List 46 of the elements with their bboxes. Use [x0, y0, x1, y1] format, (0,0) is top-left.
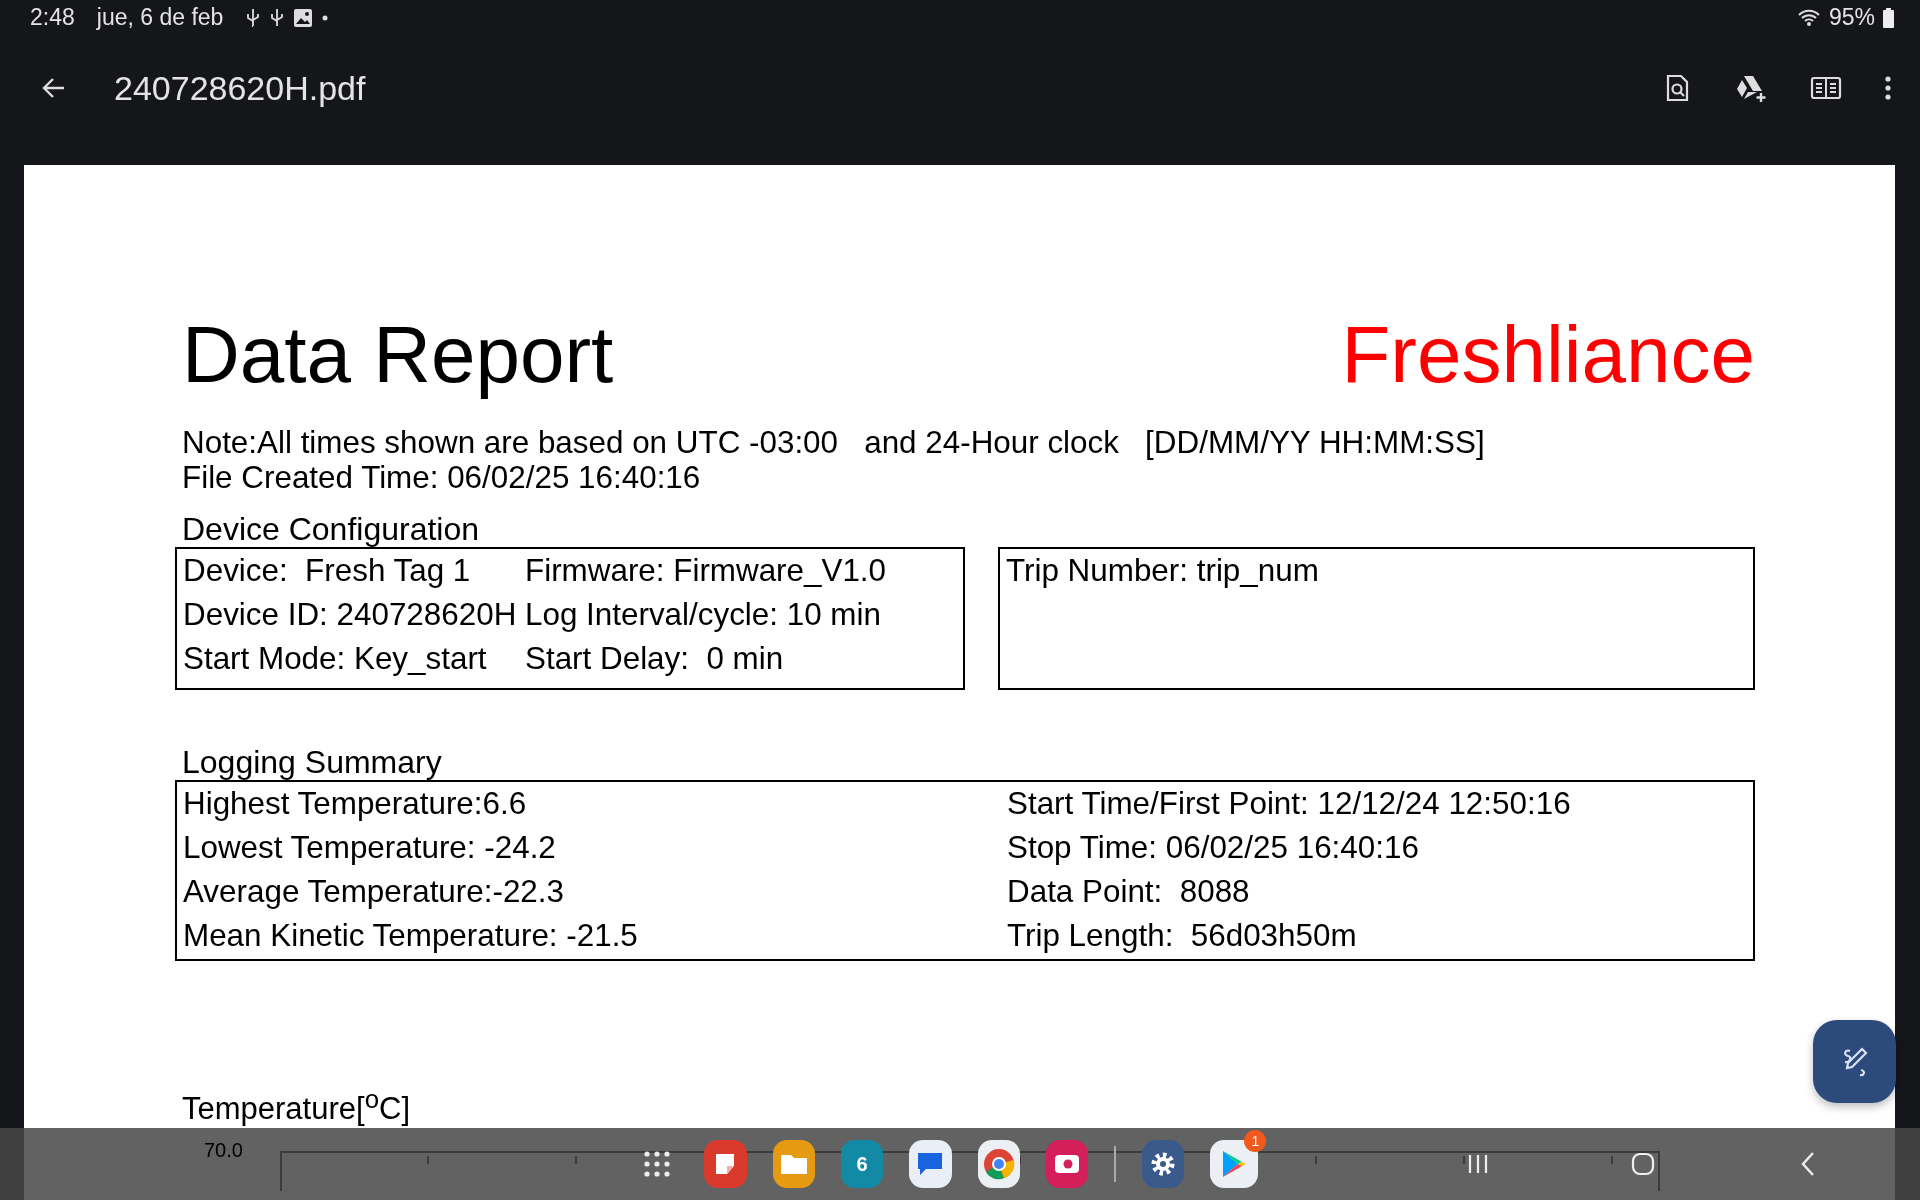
section-heading: Logging Summary — [182, 744, 443, 780]
annotate-button[interactable] — [1813, 1020, 1896, 1103]
wifi-icon — [1796, 7, 1821, 28]
usb-icon — [269, 7, 286, 28]
summary-field: Mean Kinetic Temperature: -21.5 — [183, 914, 1007, 958]
status-time: 2:48 — [30, 4, 75, 31]
config-field: Device: Fresh Tag 1 — [183, 549, 525, 593]
summary-field: Trip Length: 56d03h50m — [1007, 914, 1747, 958]
camera-app-icon[interactable] — [1045, 1140, 1089, 1188]
chat-app-icon[interactable] — [909, 1140, 952, 1188]
config-field: Firmware: Firmware_V1.0 — [525, 549, 957, 593]
dot-grid-icon — [643, 1150, 672, 1178]
battery-icon — [1883, 7, 1894, 28]
trip-number: Trip Number: trip_num — [1006, 553, 1319, 588]
axis-label: 70.0 — [204, 1139, 244, 1163]
taskbar-divider — [1114, 1146, 1117, 1182]
note-line: File Created Time: 06/02/25 16:40:16 — [182, 460, 702, 495]
brand-name: Freshliance — [1341, 315, 1755, 395]
dot-icon — [321, 13, 330, 22]
summary-field: Data Point: 8088 — [1007, 870, 1747, 914]
settings-app-icon[interactable] — [1142, 1140, 1185, 1188]
usb-icon — [245, 7, 262, 28]
home-icon — [1630, 1151, 1657, 1177]
recent-apps-icon — [1467, 1153, 1490, 1175]
browser-app-icon[interactable] — [977, 1140, 1020, 1188]
image-icon — [293, 7, 314, 28]
summary-field: Start Time/First Point: 12/12/24 12:50:16 — [1007, 782, 1747, 826]
section-heading: Device Configuration — [182, 511, 481, 547]
notes-app-icon[interactable] — [704, 1140, 747, 1188]
config-field: Device ID: 240728620H — [183, 593, 525, 637]
summary-field: Highest Temperature:6.6 — [183, 782, 1007, 826]
calendar-app-icon[interactable]: 6 — [841, 1140, 884, 1188]
more-options-icon — [1884, 74, 1892, 102]
summary-field: Average Temperature:-22.3 — [183, 870, 1007, 914]
config-field: Start Mode: Key_start — [183, 637, 525, 681]
battery-percent: 95% — [1828, 4, 1875, 31]
note-line: Note:All times shown are based on UTC -03:00 and 24-Hour clock [DD/MM/YY HH:MM:SS] — [182, 425, 1486, 460]
config-field: Log Interval/cycle: 10 min — [525, 593, 957, 637]
file-title: 240728620H.pdf — [114, 68, 366, 108]
status-date: jue, 6 de feb — [96, 4, 224, 31]
notification-badge: 1 — [1244, 1130, 1267, 1152]
folder-app-icon[interactable] — [772, 1140, 815, 1188]
config-field: Start Delay: 0 min — [525, 637, 957, 681]
chart-title: Temperature[$^{o}$C] — [182, 1084, 410, 1128]
summary-field: Lowest Temperature: -24.2 — [183, 826, 1007, 870]
summary-field: Stop Time: 06/02/25 16:40:16 — [1007, 826, 1747, 870]
